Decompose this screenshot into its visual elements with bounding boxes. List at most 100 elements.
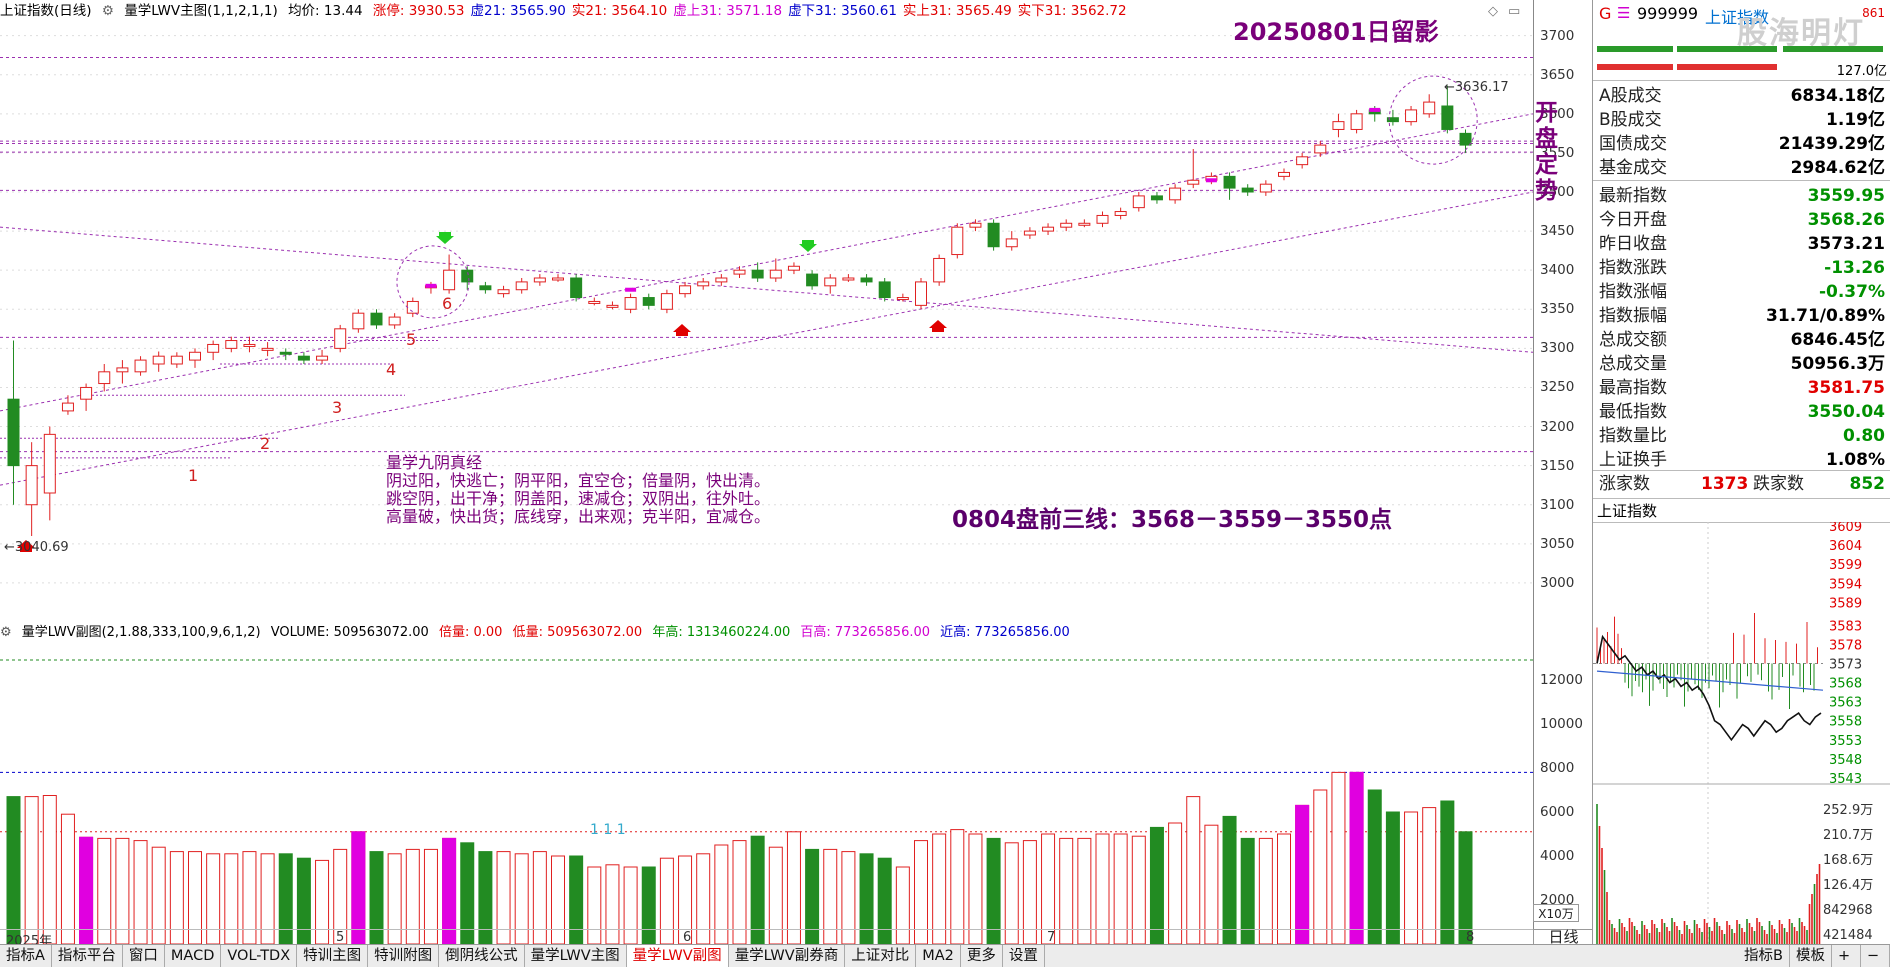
low-price-value: 3040.69 [14,540,69,555]
quote-label: 国债成交 [1599,134,1667,154]
tab-spacer [1045,945,1738,967]
mini-price-tick: 3548 [1829,753,1862,768]
up-label: 涨家数 [1599,474,1650,494]
tab-indicator[interactable]: 指标平台 [52,945,123,967]
candle-body [896,297,909,301]
quote-label: 基金成交 [1599,158,1667,178]
candle-body [933,257,946,283]
tab-indicator[interactable]: 设置 [1003,945,1045,967]
volume-bar [60,813,75,945]
quote-label: 指数涨幅 [1599,282,1667,302]
quote-value: 31.71/0.89% [1766,306,1885,326]
marker-bar [625,287,637,292]
tab-indicator[interactable]: VOL-TDX [221,945,298,967]
candle [533,274,546,286]
volume-bar [1313,789,1328,945]
tab-right[interactable]: + [1832,945,1861,967]
tab-indicator[interactable]: 窗口 [123,945,165,967]
tab-indicator[interactable]: 上证对比 [845,945,917,967]
main-chart-area[interactable]: 上证指数(日线) ⚙ 量学LWV主图(1,1,2,1,1) 均价: 13.44 … [0,0,1558,622]
candle-body [1096,214,1109,224]
candle [261,342,274,357]
divider [1593,498,1890,499]
mini-volume-tick: 210.7万 [1823,828,1873,843]
candle-body [552,277,564,281]
volume-marks: 1 1 1 [590,822,626,838]
candle-body [1078,222,1091,226]
volume-chart-area[interactable]: ⚙ 量学LWV副图(2,1.88,333,100,9,6,1,2) VOLUME… [0,622,1533,952]
candle-body [1150,195,1163,201]
tab-right[interactable]: 模板 [1790,945,1832,967]
mini-volume-tick: 252.9万 [1823,803,1873,818]
candle-body [1169,187,1182,201]
mini-volume-tick: 126.4万 [1823,878,1873,893]
volume-bar [6,796,21,945]
candle [769,258,782,282]
candle [697,278,710,290]
intraday-mini-chart[interactable]: 3609 3604 3599 3594 3589 3583 3578 3573 3568 3563… [1593,522,1890,944]
volume-bars[interactable] [0,622,1533,952]
price-tick: 3450 [1540,223,1575,240]
candle-body [98,371,111,385]
candle [1278,168,1290,181]
advance-decline-row: 涨家数 1373 跌家数 852 [1593,472,1890,496]
candle-body [1441,105,1454,130]
line-number-2: 2 [260,434,271,453]
candle-body [515,281,528,291]
candle-body [80,386,93,400]
quote-label: 指数涨跌 [1599,258,1667,278]
tab-indicator[interactable]: 量学LWV副券商 [729,945,846,967]
candle-body [352,312,365,330]
candle [279,348,292,361]
candle-body [951,226,964,256]
tab-indicator[interactable]: 指标A [0,945,52,967]
tab-indicator[interactable]: 量学LWV主图 [525,945,627,967]
candle-body [1423,101,1436,115]
up-arrow-icon [929,320,947,332]
tab-indicator[interactable]: 倒阴线公式 [439,945,525,967]
candle-body [25,465,38,506]
volume-unit-label: X10万 [1533,904,1579,922]
price-tick: 3150 [1540,457,1575,474]
line-number-5: 5 [406,330,417,349]
candle-body [1350,113,1363,130]
quote-label: 最新指数 [1599,186,1667,206]
tab-indicator[interactable]: 特训附图 [368,945,440,967]
candle-body [1223,175,1236,189]
g-badge[interactable]: G [1599,4,1611,23]
tab-indicator[interactable]: MA2 [916,945,961,967]
volume-tick: 12000 [1540,672,1583,688]
menu-icon[interactable]: ☰ [1617,4,1630,22]
volume-tick: 4000 [1540,848,1575,864]
volume-bar [1385,811,1400,945]
quote-label: 指数振幅 [1599,306,1667,326]
quote-panel: G ☰ 999999 上证指数 股海明灯 861 127.0亿 A股成交 6834… [1592,0,1890,966]
volume-bar [932,833,947,945]
quote-label: 昨日收盘 [1599,234,1667,254]
tab-right[interactable]: − [1861,945,1890,967]
down-label: 跌家数 [1753,474,1804,494]
volume-bar [1367,789,1382,945]
tab-indicator[interactable]: 更多 [961,945,1003,967]
tab-indicator[interactable]: 特训主图 [297,945,369,967]
small-sub-value: 127.0亿 [1836,64,1887,79]
candle-body [43,433,56,494]
tab-indicator[interactable]: 量学LWV副图 [626,945,729,967]
nine-yin-title: 量学九阴真经 [386,453,483,472]
highlight-circle [396,245,470,319]
price-tick: 3000 [1540,574,1575,591]
candle [1060,219,1073,232]
price-tick: 3050 [1540,535,1575,552]
quote-row: 指数振幅 31.71/0.89% [1593,304,1890,328]
indicator-tab-bar: 指标A 指标平台 窗口 MACD VOL-TDX 特训主图 特训附图 倒阴线公式 量学LWV主图… [0,944,1890,967]
mini-price-tick: 3609 [1829,522,1862,535]
trend-line [0,191,1533,486]
tab-right[interactable]: 指标B [1738,945,1790,967]
volume-bar-highlight [1349,771,1364,945]
candle-body [388,316,401,326]
x-label: 8 [1466,930,1475,945]
candle [951,223,964,259]
intraday-price-line [1596,634,1822,742]
candle [316,349,329,364]
tab-indicator[interactable]: MACD [165,945,222,967]
